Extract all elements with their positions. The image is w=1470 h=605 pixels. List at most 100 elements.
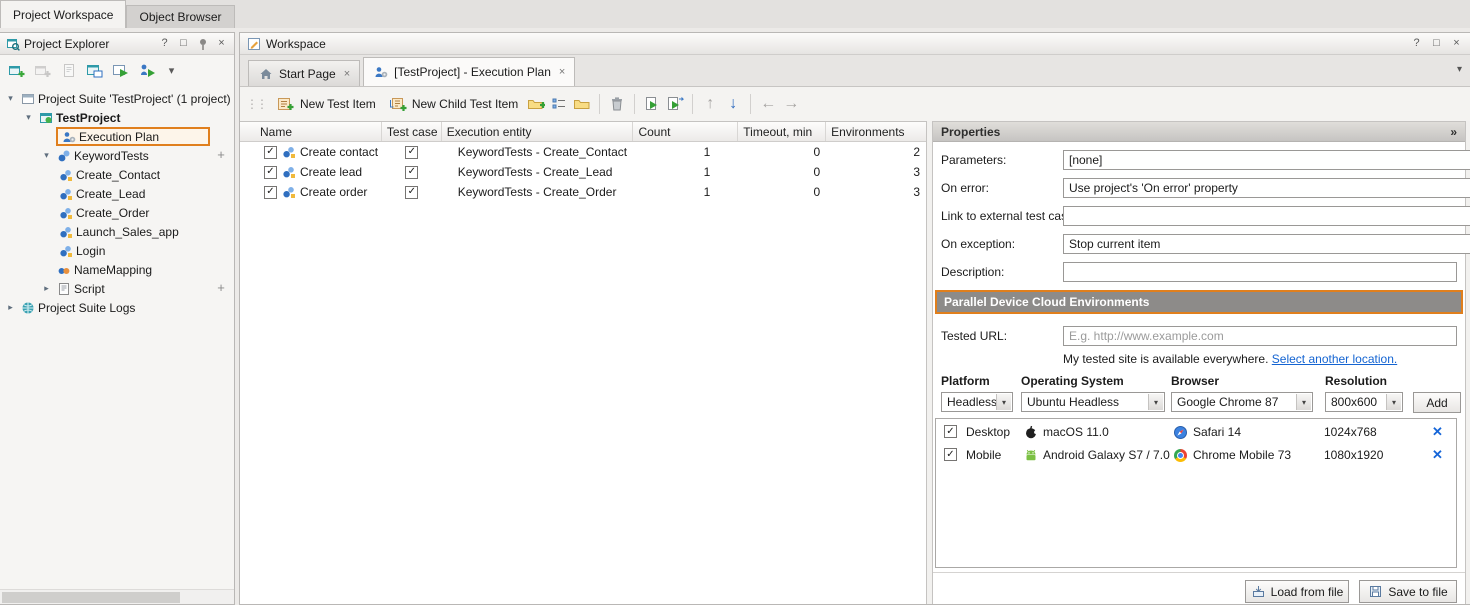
add-environment-button[interactable]: Add — [1413, 392, 1461, 413]
execution-entity[interactable]: KeywordTests - Create_Order — [442, 185, 634, 199]
tab-start-page[interactable]: Start Page × — [248, 60, 360, 86]
expand-arrow-icon[interactable]: ▸ — [40, 283, 53, 294]
scrollbar-thumb[interactable] — [2, 592, 180, 603]
table-row[interactable]: ✓Create lead ✓ KeywordTests - Create_Lea… — [240, 162, 926, 182]
tree-item-login[interactable]: Login — [0, 241, 234, 260]
float-icon[interactable]: □ — [176, 36, 191, 51]
close-icon[interactable]: × — [1449, 36, 1464, 51]
group-folder-icon[interactable] — [573, 96, 591, 112]
pin-icon[interactable] — [195, 36, 210, 51]
tree-item-testproject[interactable]: ▾ TestProject — [0, 108, 234, 127]
run-project-icon[interactable] — [112, 63, 130, 79]
test-case-checkbox[interactable]: ✓ — [405, 166, 418, 179]
count-value[interactable]: 1 — [633, 145, 738, 159]
collapse-panel-icon[interactable]: » — [1450, 125, 1457, 139]
timeout-value[interactable]: 0 — [738, 165, 826, 179]
enabled-checkbox[interactable]: ✓ — [264, 166, 277, 179]
expand-arrow-icon[interactable]: ▾ — [22, 112, 35, 123]
parameters-field[interactable]: [none] — [1063, 150, 1470, 170]
chevron-down-icon[interactable]: ▾ — [996, 394, 1011, 410]
new-group-folder-icon[interactable] — [527, 96, 545, 112]
on-exception-dropdown[interactable]: Stop current item▾ — [1063, 234, 1470, 254]
tab-object-browser[interactable]: Object Browser — [126, 5, 234, 28]
move-down-icon[interactable]: ↓ — [724, 95, 742, 113]
tab-project-workspace[interactable]: Project Workspace — [0, 0, 126, 28]
new-test-item-button[interactable]: New Test Item — [273, 94, 380, 114]
close-tab-icon[interactable]: × — [559, 66, 565, 78]
toolbar-options-chevron-icon[interactable]: ▾ — [164, 64, 179, 79]
tree-item-namemapping[interactable]: NameMapping — [0, 260, 234, 279]
tree-item-project-suite-logs[interactable]: ▸ Project Suite Logs — [0, 298, 234, 317]
column-header-timeout[interactable]: Timeout, min — [738, 122, 826, 141]
environments-value[interactable]: 3 — [826, 185, 926, 199]
execution-entity[interactable]: KeywordTests - Create_Lead — [442, 165, 634, 179]
environment-checkbox[interactable]: ✓ — [944, 448, 957, 461]
tested-url-input[interactable] — [1063, 326, 1457, 346]
test-case-checkbox[interactable]: ✓ — [405, 146, 418, 159]
select-location-link[interactable]: Select another location. — [1272, 352, 1397, 366]
table-row[interactable]: ✓Create contact ✓ KeywordTests - Create_… — [240, 142, 926, 162]
tree-item-launch-sales-app[interactable]: Launch_Sales_app — [0, 222, 234, 241]
add-new-item-icon[interactable] — [8, 63, 26, 79]
tree-item-create-lead[interactable]: Create_Lead — [0, 184, 234, 203]
export-icon[interactable] — [60, 63, 78, 79]
help-icon[interactable]: ? — [157, 36, 172, 51]
execution-plan-highlight[interactable]: Execution Plan — [56, 127, 210, 146]
enabled-checkbox[interactable]: ✓ — [264, 146, 277, 159]
close-icon[interactable]: × — [214, 36, 229, 51]
browser-dropdown[interactable]: Google Chrome 87▾ — [1171, 392, 1313, 412]
environment-checkbox[interactable]: ✓ — [944, 425, 957, 438]
on-error-dropdown[interactable]: Use project's 'On error' property▾ — [1063, 178, 1470, 198]
load-from-file-button[interactable]: Load from file — [1245, 580, 1349, 603]
link-external-field[interactable]: ... — [1063, 206, 1470, 226]
add-keyword-test-icon[interactable]: + — [214, 148, 228, 162]
expand-arrow-icon[interactable]: ▾ — [4, 93, 17, 104]
environments-value[interactable]: 2 — [826, 145, 926, 159]
description-input[interactable] — [1063, 262, 1457, 282]
run-selected-icon[interactable] — [138, 63, 156, 79]
column-header-name[interactable]: Name — [240, 122, 382, 141]
move-left-icon[interactable]: ← — [759, 95, 777, 113]
environment-row[interactable]: ✓ Desktop macOS 11.0 Safari 14 1024x768 … — [936, 422, 1456, 442]
tree-item-project-suite[interactable]: ▾ Project Suite 'TestProject' (1 project… — [0, 89, 234, 108]
platform-dropdown[interactable]: Headless▾ — [941, 392, 1013, 412]
environments-value[interactable]: 3 — [826, 165, 926, 179]
timeout-value[interactable]: 0 — [738, 145, 826, 159]
tree-item-keywordtests[interactable]: ▾ KeywordTests + — [0, 146, 234, 165]
delete-environment-icon[interactable]: ✕ — [1432, 447, 1443, 463]
test-case-checkbox[interactable]: ✓ — [405, 186, 418, 199]
column-header-test-case[interactable]: Test case — [382, 122, 442, 141]
column-header-execution-entity[interactable]: Execution entity — [442, 122, 634, 141]
add-script-icon[interactable]: + — [214, 281, 228, 295]
timeout-value[interactable]: 0 — [738, 185, 826, 199]
new-child-test-item-button[interactable]: New Child Test Item — [385, 94, 522, 114]
run-selected-item-icon[interactable] — [666, 96, 684, 112]
execution-entity[interactable]: KeywordTests - Create_Contact — [442, 145, 634, 159]
save-to-file-button[interactable]: Save to file — [1359, 580, 1457, 603]
column-header-count[interactable]: Count — [633, 122, 738, 141]
os-dropdown[interactable]: Ubuntu Headless▾ — [1021, 392, 1165, 412]
enabled-checkbox[interactable]: ✓ — [264, 186, 277, 199]
move-right-icon[interactable]: → — [782, 95, 800, 113]
table-row[interactable]: ✓Create order ✓ KeywordTests - Create_Or… — [240, 182, 926, 202]
list-view-icon[interactable] — [550, 96, 568, 112]
tab-execution-plan[interactable]: [TestProject] - Execution Plan × — [363, 57, 575, 86]
tree-item-create-contact[interactable]: Create_Contact — [0, 165, 234, 184]
environment-row[interactable]: ✓ Mobile Android Galaxy S7 / 7.0 Chrome … — [936, 445, 1456, 465]
delete-environment-icon[interactable]: ✕ — [1432, 424, 1443, 440]
float-icon[interactable]: □ — [1429, 36, 1444, 51]
run-plan-icon[interactable] — [643, 96, 661, 112]
chevron-down-icon[interactable]: ▾ — [1296, 394, 1311, 410]
chevron-down-icon[interactable]: ▾ — [1148, 394, 1163, 410]
column-header-environments[interactable]: Environments — [826, 122, 926, 141]
count-value[interactable]: 1 — [633, 165, 738, 179]
delete-icon[interactable] — [608, 96, 626, 112]
move-up-icon[interactable]: ↑ — [701, 95, 719, 113]
horizontal-scrollbar[interactable] — [0, 589, 234, 604]
help-icon[interactable]: ? — [1409, 36, 1424, 51]
tree-item-execution-plan[interactable]: Execution Plan — [0, 127, 234, 146]
expand-arrow-icon[interactable]: ▸ — [4, 302, 17, 313]
expand-arrow-icon[interactable]: ▾ — [40, 150, 53, 161]
tree-item-script[interactable]: ▸ Script + — [0, 279, 234, 298]
count-value[interactable]: 1 — [633, 185, 738, 199]
